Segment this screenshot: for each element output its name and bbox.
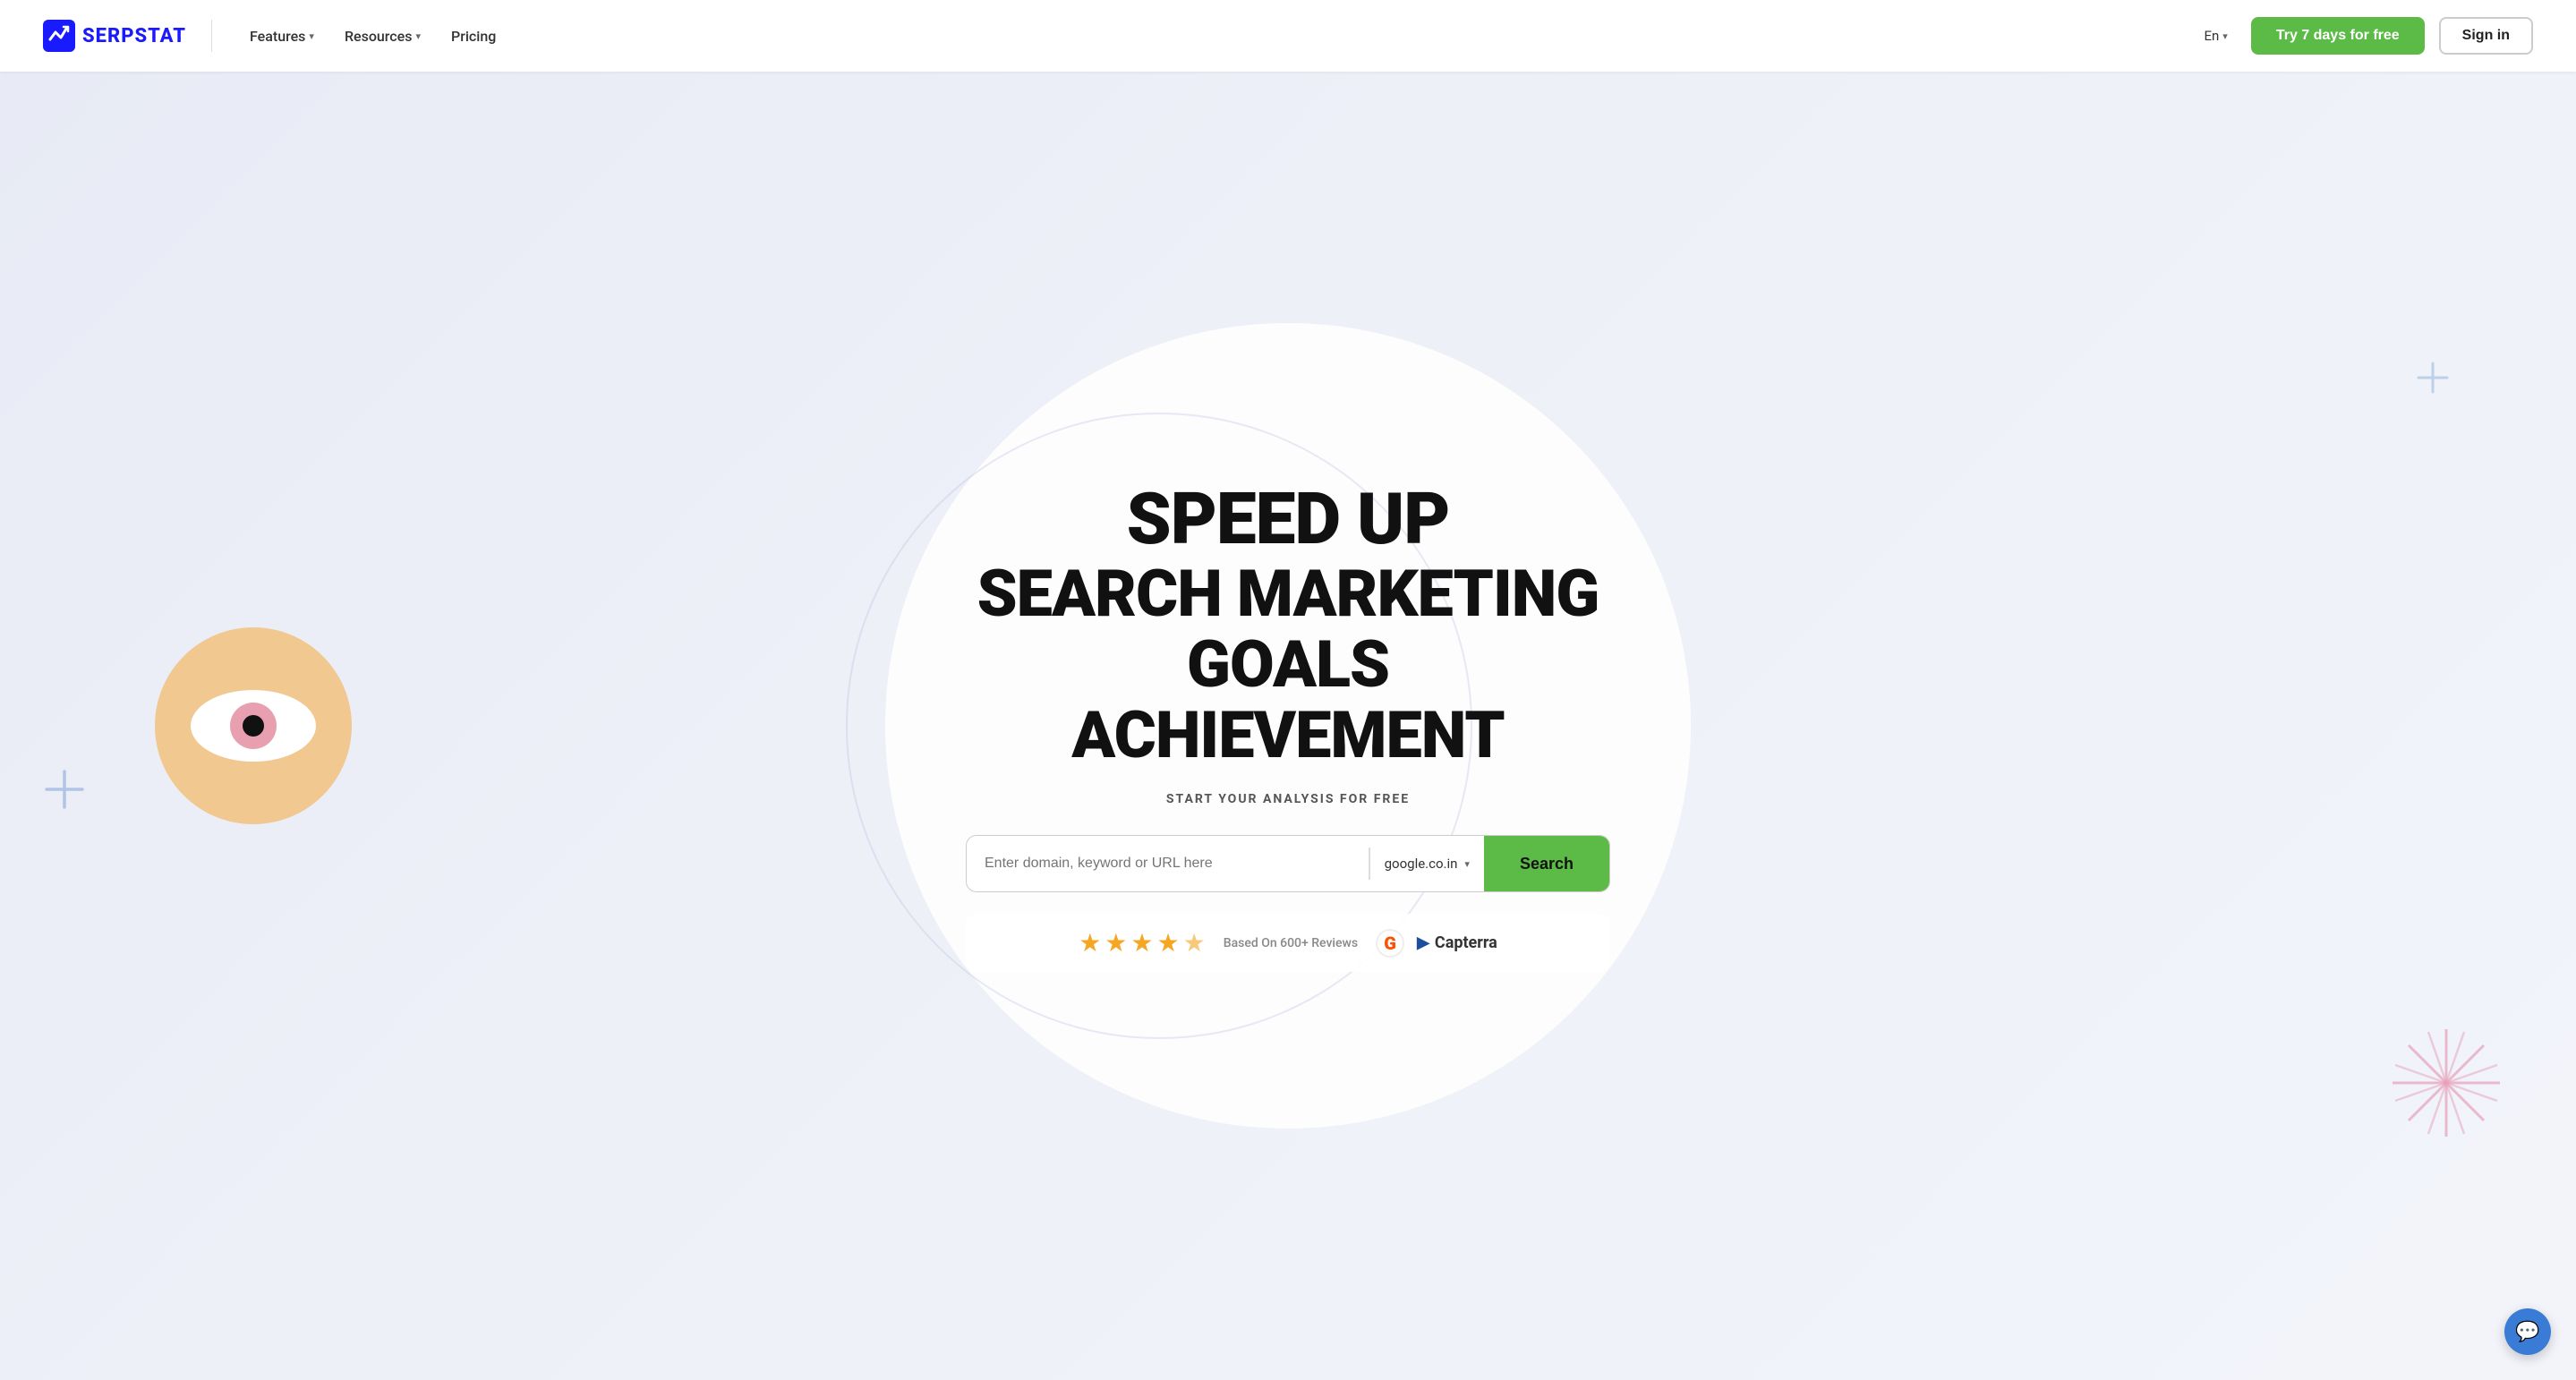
g2-logo: G [1376, 929, 1404, 958]
reviews-text: Based On 600+ Reviews [1224, 936, 1358, 950]
starburst-decoration [2388, 1025, 2504, 1145]
eye-iris [230, 703, 277, 749]
chat-icon: 💬 [2515, 1321, 2539, 1343]
lang-chevron-icon: ▾ [2222, 30, 2228, 42]
star-5-half: ★ [1183, 928, 1206, 958]
review-logos: G ▶ Capterra [1376, 929, 1497, 958]
nav-features[interactable]: Features ▾ [237, 21, 327, 52]
eye-circle [155, 627, 352, 824]
reviews-bar: ★ ★ ★ ★ ★ Based On 600+ Reviews G ▶ Capt… [966, 914, 1610, 972]
signin-button[interactable]: Sign in [2439, 17, 2533, 55]
capterra-arrow-icon: ▶ [1417, 933, 1429, 952]
nav-divider [211, 20, 212, 52]
star-1: ★ [1079, 928, 1101, 958]
nav-resources[interactable]: Resources ▾ [332, 21, 433, 52]
eye-white [191, 690, 316, 762]
search-input[interactable] [967, 836, 1369, 891]
features-chevron-icon: ▾ [309, 30, 314, 42]
eye-illustration [155, 627, 352, 824]
chat-bubble[interactable]: 💬 [2504, 1308, 2551, 1355]
logo[interactable]: SERPSTAT [43, 20, 186, 52]
search-button[interactable]: Search [1484, 836, 1609, 891]
search-engine-selector[interactable]: google.co.in ▾ [1370, 836, 1484, 891]
capterra-logo: ▶ Capterra [1417, 933, 1497, 952]
navbar-right: En ▾ Try 7 days for free Sign in [2195, 17, 2533, 55]
star-4: ★ [1157, 928, 1180, 958]
cross-decoration-right [2415, 360, 2451, 399]
try-free-button[interactable]: Try 7 days for free [2251, 17, 2425, 55]
hero-title: SPEED UP SEARCH MARKETING GOALS ACHIEVEM… [966, 480, 1610, 771]
resources-chevron-icon: ▾ [415, 30, 421, 42]
search-bar: google.co.in ▾ Search [966, 835, 1610, 892]
nav-menu: Features ▾ Resources ▾ Pricing [237, 21, 2195, 52]
navbar: SERPSTAT Features ▾ Resources ▾ Pricing … [0, 0, 2576, 72]
nav-pricing[interactable]: Pricing [439, 21, 508, 52]
logo-text: SERPSTAT [82, 25, 186, 47]
serpstat-logo-icon [43, 20, 75, 52]
language-selector[interactable]: En ▾ [2195, 22, 2236, 49]
hero-subtitle: START YOUR ANALYSIS FOR FREE [966, 792, 1610, 806]
star-rating: ★ ★ ★ ★ ★ [1079, 928, 1206, 958]
star-2: ★ [1105, 928, 1127, 958]
search-engine-chevron-icon: ▾ [1464, 858, 1470, 870]
hero-content: SPEED UP SEARCH MARKETING GOALS ACHIEVEM… [948, 480, 1628, 973]
cross-decoration-left [43, 768, 86, 814]
eye-pupil [243, 715, 264, 737]
hero-section: SPEED UP SEARCH MARKETING GOALS ACHIEVEM… [0, 72, 2576, 1380]
star-3: ★ [1130, 928, 1153, 958]
